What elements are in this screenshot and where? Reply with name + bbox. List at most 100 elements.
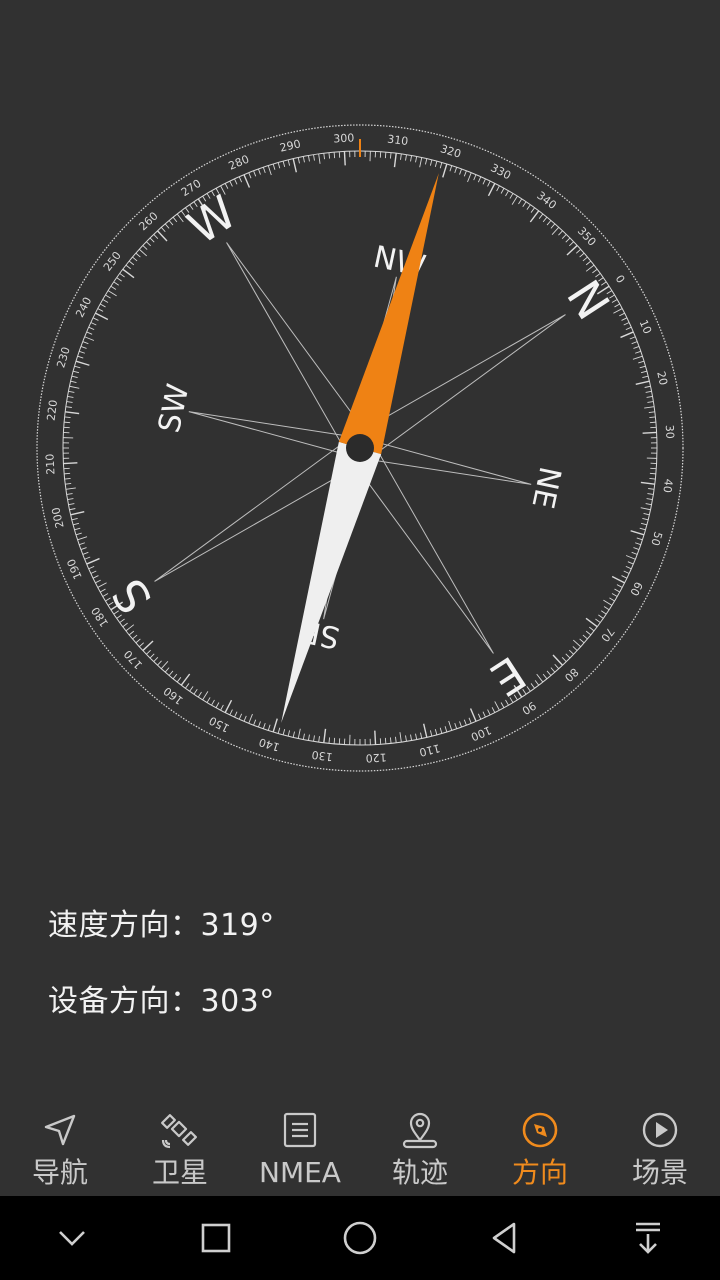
dial-tick bbox=[579, 252, 585, 258]
dial-tick bbox=[454, 722, 458, 729]
dial-tick bbox=[509, 193, 514, 199]
dial-tick bbox=[189, 686, 194, 692]
dial-tick bbox=[639, 365, 646, 369]
tab-scene[interactable]: 场景 bbox=[600, 1100, 720, 1196]
dial-tick bbox=[234, 711, 238, 718]
dial-tick bbox=[625, 565, 632, 570]
tab-nmea[interactable]: NMEA bbox=[240, 1100, 360, 1196]
dial-tick bbox=[328, 737, 331, 744]
tab-navigation[interactable]: 导航 bbox=[0, 1100, 120, 1196]
cardinal-label: S bbox=[101, 569, 162, 623]
dial-tick bbox=[86, 331, 93, 335]
dial-tick bbox=[454, 167, 458, 174]
dial-tick bbox=[635, 380, 650, 386]
dial-tick bbox=[627, 561, 634, 565]
dial-tick bbox=[282, 728, 286, 735]
dial-tick bbox=[172, 673, 178, 680]
dial-tick bbox=[649, 416, 656, 419]
dial-tick bbox=[164, 223, 170, 229]
dial-tick bbox=[79, 542, 86, 546]
dial-tick bbox=[66, 493, 73, 495]
dial-tick bbox=[135, 638, 141, 644]
dial-tick bbox=[400, 153, 402, 160]
needle-pivot bbox=[346, 434, 374, 462]
dial-tick bbox=[75, 360, 90, 366]
dial-tick bbox=[645, 390, 652, 393]
dial-degree-label: 170 bbox=[121, 647, 145, 671]
hide-nav-button[interactable] bbox=[42, 1208, 102, 1268]
dial-tick bbox=[142, 640, 154, 652]
dial-degree-label: 280 bbox=[227, 153, 251, 173]
dial-tick bbox=[100, 588, 106, 593]
dial-degree-label: 30 bbox=[663, 424, 677, 439]
dial-tick bbox=[542, 673, 548, 680]
recents-button[interactable] bbox=[186, 1208, 246, 1268]
dial-tick bbox=[422, 723, 428, 738]
dial-tick bbox=[582, 256, 588, 262]
chevron-down-icon bbox=[59, 1231, 85, 1246]
circle-icon bbox=[343, 1221, 377, 1255]
dial-tick bbox=[468, 717, 472, 724]
dial-tick bbox=[469, 708, 477, 722]
notification-pull-button[interactable] bbox=[618, 1208, 678, 1268]
dial-tick bbox=[323, 153, 325, 160]
dial-tick bbox=[420, 732, 423, 739]
dial-tick bbox=[631, 551, 638, 555]
dial-tick bbox=[518, 198, 523, 205]
triangle-back-icon bbox=[492, 1222, 516, 1254]
dial-tick bbox=[307, 734, 310, 741]
dial-tick bbox=[572, 646, 578, 651]
dial-tick bbox=[70, 510, 85, 516]
tab-label: 导航 bbox=[31, 1156, 88, 1189]
dial-degree-label: 70 bbox=[598, 625, 617, 644]
dial-tick bbox=[459, 168, 463, 175]
dial-tick bbox=[160, 660, 169, 670]
dial-tick bbox=[633, 547, 640, 551]
dial-tick bbox=[589, 626, 595, 632]
back-button[interactable] bbox=[474, 1208, 534, 1268]
home-button[interactable] bbox=[330, 1208, 390, 1268]
dial-tick bbox=[292, 158, 298, 173]
dial-tick bbox=[110, 285, 117, 290]
bottom-navigation: 导航 卫星 NMEA 轨迹 方向 场景 bbox=[0, 1100, 720, 1196]
dial-tick bbox=[542, 216, 548, 223]
dial-tick bbox=[168, 220, 174, 226]
tab-direction[interactable]: 方向 bbox=[480, 1100, 600, 1196]
dial-degree-label: 140 bbox=[257, 735, 281, 754]
dial-tick bbox=[389, 737, 392, 744]
dial-tick bbox=[384, 737, 387, 744]
dial-tick bbox=[561, 234, 567, 239]
tab-label: 卫星 bbox=[151, 1156, 208, 1189]
dial-tick bbox=[128, 260, 135, 266]
dial-tick bbox=[434, 161, 438, 168]
dial-tick bbox=[77, 355, 84, 359]
document-list-icon bbox=[283, 1112, 317, 1148]
dial-degree-label: 150 bbox=[207, 714, 232, 735]
dial-tick bbox=[229, 180, 233, 187]
dial-tick bbox=[575, 248, 582, 254]
dial-tick bbox=[74, 527, 81, 531]
dial-tick bbox=[639, 527, 646, 531]
dial-tick bbox=[74, 365, 81, 369]
speed-direction-readout: 速度方向：319° bbox=[48, 908, 275, 943]
dial-tick bbox=[629, 336, 636, 340]
dial-degree-label: 330 bbox=[488, 161, 513, 182]
dial-degree-label: 310 bbox=[387, 133, 409, 148]
dial-tick bbox=[65, 406, 72, 408]
dial-tick bbox=[92, 575, 99, 579]
dial-tick bbox=[185, 683, 190, 689]
dial-tick bbox=[176, 677, 182, 683]
dial-tick bbox=[631, 341, 638, 345]
dial-tick bbox=[313, 735, 315, 742]
dial-tick bbox=[215, 702, 220, 708]
dial-tick bbox=[630, 530, 645, 536]
intercardinal-label: NE bbox=[524, 464, 567, 512]
dial-tick bbox=[582, 634, 588, 640]
dial-tick bbox=[67, 395, 74, 398]
dial-tick bbox=[646, 395, 653, 398]
dial-degree-label: 320 bbox=[439, 142, 463, 161]
tab-track[interactable]: 轨迹 bbox=[360, 1100, 480, 1196]
dial-degree-label: 350 bbox=[575, 224, 599, 248]
tab-satellite[interactable]: 卫星 bbox=[120, 1100, 240, 1196]
dial-tick bbox=[277, 162, 281, 169]
